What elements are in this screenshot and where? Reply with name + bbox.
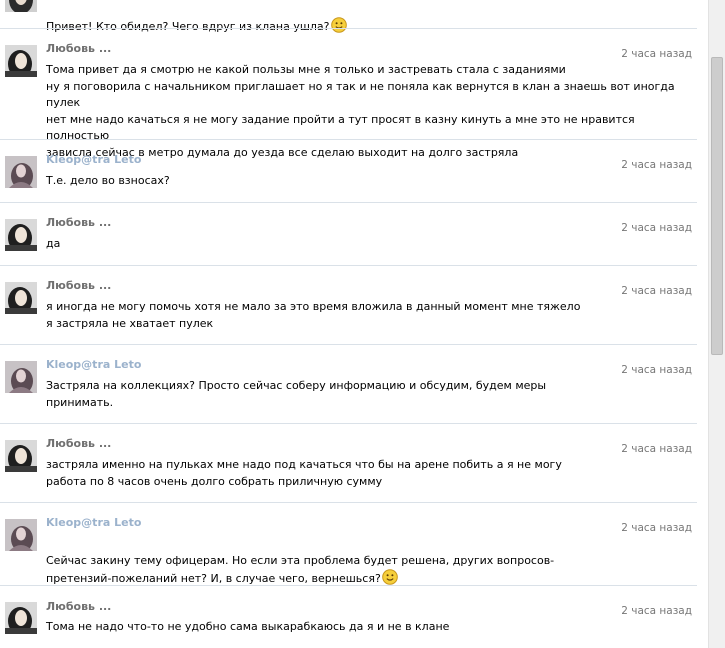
avatar[interactable] — [5, 0, 37, 12]
author-name[interactable]: Любовь ... — [46, 600, 111, 613]
avatar[interactable] — [5, 602, 37, 634]
message-text: да — [46, 237, 61, 250]
scrollbar[interactable] — [708, 0, 725, 648]
message-item: Kleop@tra Leto 2 часа назад Т.е. дело во… — [0, 139, 697, 203]
author-name[interactable]: Любовь ... — [46, 279, 111, 292]
message-text: Тома не надо что-то не удобно сама выкар… — [46, 620, 450, 633]
author-name[interactable]: Kleop@tra Leto — [46, 516, 141, 529]
avatar[interactable] — [5, 361, 37, 393]
message-time: 2 часа назад — [621, 443, 692, 455]
message-item: Kleop@tra Leto 2 часа назад Сейчас закин… — [0, 502, 697, 586]
message-time: 2 часа назад — [621, 285, 692, 297]
message-time: 2 часа назад — [621, 605, 692, 617]
avatar[interactable] — [5, 219, 37, 251]
message-text-content: Сейчас закину тему офицерам. Но если эта… — [46, 553, 555, 586]
avatar[interactable] — [5, 45, 37, 77]
avatar[interactable] — [5, 519, 37, 551]
avatar[interactable] — [5, 282, 37, 314]
author-name[interactable]: Любовь ... — [46, 437, 111, 450]
message-item: Любовь ... 2 часа назад Тома не надо что… — [0, 585, 697, 648]
author-name[interactable]: Kleop@tra Leto — [46, 358, 141, 371]
author-name[interactable]: Любовь ... — [46, 216, 111, 229]
scrollbar-thumb[interactable] — [711, 57, 723, 355]
message-text: Т.е. дело во взносах? — [46, 174, 170, 187]
message-time: 2 часа назад — [621, 159, 692, 171]
message-time: 2 часа назад — [621, 364, 692, 376]
message-text: Застряла на коллекциях? Просто сейчас со… — [46, 379, 547, 409]
author-name[interactable]: Любовь ... — [46, 42, 111, 55]
smiley-icon — [381, 569, 398, 585]
message-feed: Привет! Кто обидел? Чего вдруг из клана … — [0, 0, 708, 648]
avatar[interactable] — [5, 440, 37, 472]
message-item: Любовь ... 2 часа назад да — [0, 202, 697, 266]
message-time: 2 часа назад — [621, 222, 692, 234]
avatar[interactable] — [5, 156, 37, 188]
message-item: Любовь ... 2 часа назад Тома привет да я… — [0, 28, 697, 159]
message-time: 2 часа назад — [621, 48, 692, 60]
message-text: я иногда не могу помочь хотя не мало за … — [46, 300, 581, 330]
message-text: Сейчас закину тему офицерам. Но если эта… — [46, 536, 686, 588]
author-name[interactable]: Kleop@tra Leto — [46, 153, 141, 166]
message-text: застряла именно на пульках мне надо под … — [46, 458, 562, 488]
message-item: Любовь ... 2 часа назад застряла именно … — [0, 423, 697, 503]
message-item: Любовь ... 2 часа назад я иногда не могу… — [0, 265, 697, 345]
message-item: Привет! Кто обидел? Чего вдруг из клана … — [0, 0, 697, 33]
message-item: Kleop@tra Leto 2 часа назад Застряла на … — [0, 344, 697, 424]
message-time: 2 часа назад — [621, 522, 692, 534]
